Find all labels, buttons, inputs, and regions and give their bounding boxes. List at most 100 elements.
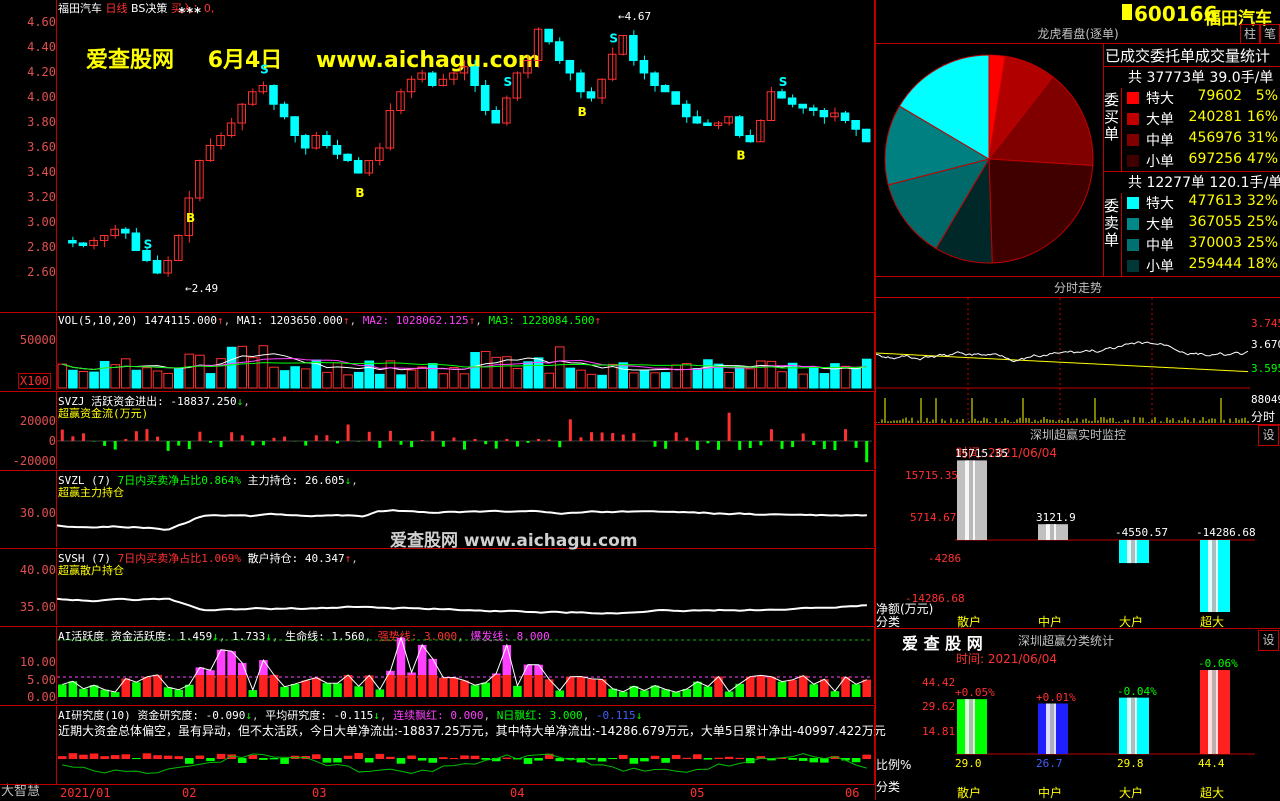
candle-body bbox=[291, 117, 299, 136]
main-chart-pane[interactable]: 福田汽车 日线 BS决策 买入：0, *** 4.604.404.204.003… bbox=[0, 0, 875, 313]
activity-bar bbox=[481, 683, 490, 697]
ai-activity-pane[interactable]: AI活跃度 资金活跃度: 1.459↓, 1.733↓, 生命线: 1.560,… bbox=[0, 627, 875, 706]
intraday-chart[interactable] bbox=[876, 298, 1250, 423]
research-bar bbox=[799, 758, 808, 761]
research-bar bbox=[619, 755, 628, 759]
classify-title: 深圳超赢分类统计 bbox=[1018, 632, 1114, 649]
candle-body bbox=[270, 86, 278, 105]
x-tick-1: 02 bbox=[182, 786, 196, 800]
flow-bar bbox=[484, 441, 487, 444]
research-bar bbox=[280, 758, 289, 764]
activity-bar bbox=[534, 675, 543, 697]
activity-bar bbox=[534, 665, 543, 675]
buy-signal: B bbox=[578, 105, 587, 119]
research-bar bbox=[598, 758, 607, 762]
candle-body bbox=[471, 67, 479, 86]
flow-bar bbox=[103, 441, 106, 446]
activity-bar bbox=[122, 679, 131, 697]
candlestick-chart[interactable]: SBSBSBSBS bbox=[57, 0, 872, 311]
research-bar bbox=[460, 755, 469, 759]
activity-bar bbox=[862, 680, 871, 697]
research-bar bbox=[100, 756, 109, 759]
volume-bar bbox=[132, 370, 141, 388]
volume-bar bbox=[661, 373, 670, 388]
flow-bar bbox=[728, 413, 731, 441]
flow-bar bbox=[145, 429, 148, 441]
candle-body bbox=[640, 61, 648, 74]
candle-body bbox=[100, 236, 108, 241]
activity-bar bbox=[323, 683, 332, 697]
sell-signal: S bbox=[144, 238, 153, 252]
volume-bar bbox=[746, 369, 755, 388]
research-bar bbox=[174, 756, 183, 759]
candle-body bbox=[238, 104, 246, 123]
volume-bar bbox=[788, 363, 797, 388]
flow-bar bbox=[421, 440, 424, 441]
activity-bar bbox=[704, 686, 713, 697]
activity-bar bbox=[460, 681, 469, 697]
flow-bar bbox=[632, 433, 635, 441]
candle-body bbox=[143, 251, 151, 261]
candle-body bbox=[79, 243, 87, 246]
volume-bar bbox=[354, 372, 363, 388]
volume-bar bbox=[809, 367, 818, 388]
research-bar bbox=[725, 757, 734, 759]
activity-bar bbox=[503, 675, 512, 697]
volume-bar bbox=[407, 370, 416, 388]
research-bar bbox=[143, 753, 152, 759]
ai-research-pane[interactable]: AI研究度(10) 资金研究度: -0.090↓, 平均研究度: -0.115↓… bbox=[0, 706, 875, 784]
flow-bar bbox=[622, 434, 625, 441]
price-tick: 3.40 bbox=[0, 165, 56, 179]
volume-bar bbox=[503, 357, 512, 388]
activity-bar bbox=[841, 677, 850, 697]
volume-bar bbox=[439, 374, 448, 388]
svzj-pane[interactable]: SVZJ 活跃资金进出: -18837.250↓, 超赢资金流(万元) 2000… bbox=[0, 392, 875, 471]
order-volume: 477613 bbox=[1186, 193, 1242, 209]
research-bar bbox=[58, 756, 67, 759]
candle-body bbox=[196, 161, 204, 199]
research-bar bbox=[714, 758, 723, 759]
flow-bar bbox=[82, 433, 85, 441]
classify-time: 时间: 2021/06/04 bbox=[956, 650, 1057, 667]
category-bar bbox=[1119, 540, 1149, 563]
svzl-pane[interactable]: SVZL (7) 7日内买卖净占比0.864% 主力持仓: 26.605↓, 超… bbox=[0, 471, 875, 549]
research-bar bbox=[788, 758, 797, 760]
candle-body bbox=[249, 92, 257, 105]
net-value-label: 15715.35 bbox=[955, 447, 1008, 460]
activity-bar bbox=[672, 692, 681, 697]
research-bar bbox=[217, 754, 226, 759]
activity-bar bbox=[428, 659, 437, 675]
sell-signal: S bbox=[260, 63, 269, 77]
tick-view-button[interactable]: 笔 bbox=[1260, 24, 1280, 44]
svsh-y-tick-1: 40.00 bbox=[0, 563, 56, 577]
activity-bar bbox=[111, 692, 120, 697]
classify-settings-button[interactable]: 设 bbox=[1258, 630, 1279, 651]
flow-bar bbox=[654, 441, 657, 447]
flow-bar bbox=[410, 441, 413, 447]
flow-bar bbox=[389, 431, 392, 441]
order-volume: 456976 bbox=[1186, 130, 1242, 146]
activity-bar bbox=[376, 689, 385, 697]
activity-bar bbox=[227, 675, 236, 697]
volume-pane[interactable]: VOL(5,10,20) 1474115.000↑, MA1: 1203650.… bbox=[0, 313, 875, 392]
research-bar bbox=[661, 758, 670, 763]
activity-bar bbox=[206, 675, 215, 697]
ratio-change-label: -0.06% bbox=[1198, 657, 1238, 670]
candle-body bbox=[428, 73, 436, 86]
x-tick-5: 06 bbox=[845, 786, 859, 800]
x-tick-3: 04 bbox=[510, 786, 524, 800]
ratio-change-label: -0.04% bbox=[1117, 685, 1157, 698]
activity-bar bbox=[492, 675, 501, 697]
activity-bar bbox=[852, 684, 861, 697]
buy-signal: B bbox=[736, 149, 745, 163]
research-bar bbox=[450, 758, 459, 759]
bar-view-button[interactable]: 柱 bbox=[1240, 24, 1260, 44]
category-bar bbox=[1200, 670, 1230, 754]
research-bar bbox=[386, 757, 395, 759]
svsh-pane[interactable]: SVSH (7) 7日内买卖净占比1.069% 散户持仓: 40.347↑, 超… bbox=[0, 549, 875, 627]
monitor-settings-button[interactable]: 设 bbox=[1258, 425, 1279, 446]
volume-bar bbox=[619, 363, 628, 388]
activity-bar bbox=[778, 682, 787, 697]
flow-bar bbox=[241, 435, 244, 441]
category-bar bbox=[957, 699, 987, 754]
